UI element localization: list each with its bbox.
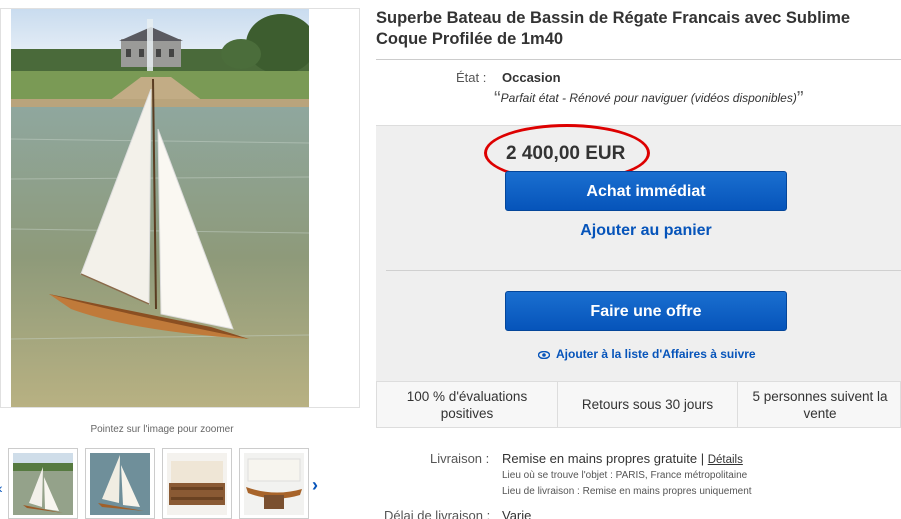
eye-icon: [537, 348, 551, 362]
zoom-hint: Pointez sur l'image pour zoomer: [90, 424, 234, 435]
shipping-label: Livraison :: [430, 451, 490, 466]
delivery-place: Lieu de livraison : Remise en mains prop…: [502, 486, 752, 497]
delivery-delay-label: Délai de livraison :: [384, 508, 491, 519]
make-offer-button[interactable]: Faire une offre: [505, 291, 787, 331]
main-image-frame: [0, 8, 360, 408]
thumbnail-1[interactable]: [8, 448, 78, 519]
condition-note-text: Parfait état - Rénové pour naviguer (vid…: [500, 91, 797, 105]
condition-label: État :: [456, 70, 487, 85]
trust-badges: 100 % d'évaluations positives Retours sou…: [376, 381, 901, 428]
add-to-cart-link[interactable]: Ajouter au panier: [505, 222, 787, 240]
main-product-image[interactable]: [11, 9, 309, 407]
divider: [376, 59, 901, 60]
badge-line: vente: [803, 405, 837, 421]
badge-returns: Retours sous 30 jours: [557, 382, 737, 427]
watch-link-label: Ajouter à la liste d'Affaires à suivre: [556, 347, 756, 361]
add-to-watchlist-link[interactable]: Ajouter à la liste d'Affaires à suivre: [537, 347, 756, 362]
thumbnail-3[interactable]: [162, 448, 232, 519]
delivery-delay-value: Varie: [502, 508, 532, 519]
buy-now-button[interactable]: Achat immédiat: [505, 171, 787, 211]
shipping-details-link[interactable]: Détails: [708, 454, 743, 466]
shipping-method: Remise en mains propres gratuite |: [502, 451, 705, 466]
chevron-right-icon[interactable]: ›: [312, 475, 318, 496]
badge-line: positives: [440, 405, 494, 421]
thumbnail-2[interactable]: [85, 448, 155, 519]
shipping-value: Remise en mains propres gratuite | Détai…: [502, 451, 743, 466]
listing-title: Superbe Bateau de Bassin de Régate Franc…: [376, 9, 851, 48]
badge-line: 100 % d'évaluations: [406, 388, 528, 404]
thumbnail-strip: [0, 448, 340, 519]
condition-value: Occasion: [502, 70, 561, 85]
condition-note: “Parfait état - Rénové pour naviguer (vi…: [494, 88, 804, 111]
badge-line: Retours sous 30 jours: [581, 397, 714, 412]
close-quote-icon: ”: [796, 88, 804, 110]
item-location: Lieu où se trouve l'objet : PARIS, Franc…: [502, 470, 748, 481]
divider: [386, 270, 901, 271]
open-quote-icon: “: [494, 88, 501, 110]
badge-feedback: 100 % d'évaluations positives: [377, 382, 557, 427]
thumbnail-4[interactable]: [239, 448, 309, 519]
badge-watchers: 5 personnes suivent la vente: [737, 382, 901, 427]
badge-line: 5 personnes suivent la: [752, 388, 888, 404]
